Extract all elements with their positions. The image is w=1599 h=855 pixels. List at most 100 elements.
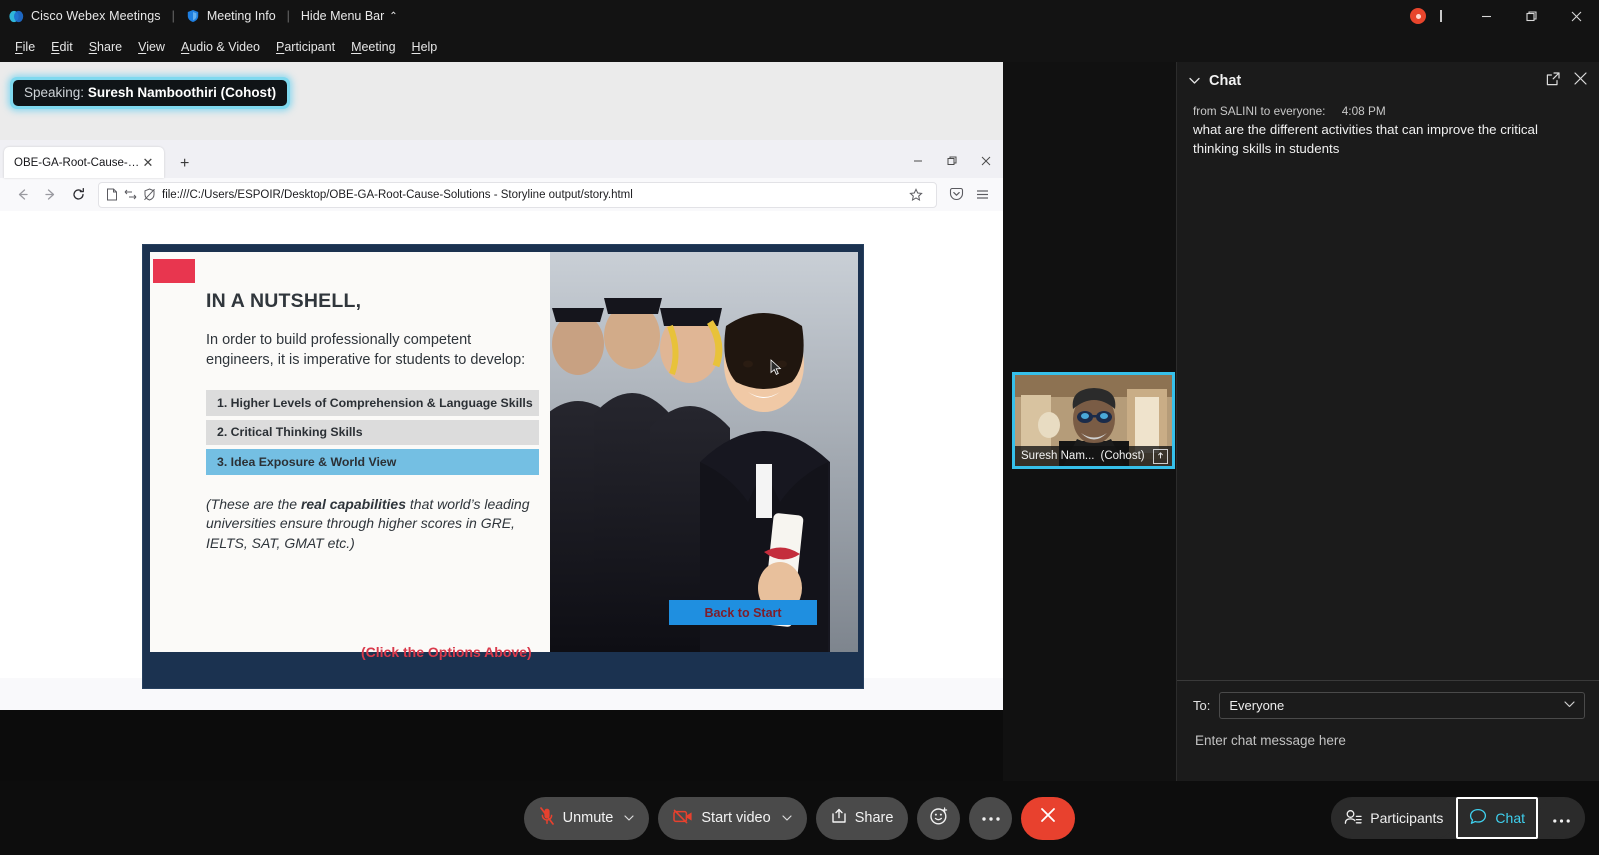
menu-view[interactable]: View xyxy=(130,36,173,58)
restore-button[interactable] xyxy=(1509,0,1554,32)
slide-option-3[interactable]: 3. Idea Exposure & World View xyxy=(206,449,539,475)
menu-audio-video[interactable]: Audio & Video xyxy=(173,36,268,58)
minimize-button[interactable] xyxy=(1464,0,1509,32)
browser-close-button[interactable] xyxy=(969,146,1003,176)
chevron-down-icon[interactable] xyxy=(1189,77,1200,85)
slide-click-hint: (Click the Options Above) xyxy=(361,644,532,660)
title-separator-2: | xyxy=(287,9,290,23)
reload-icon[interactable] xyxy=(64,181,92,209)
menu-share[interactable]: Share xyxy=(81,36,130,58)
right-more-options-button[interactable] xyxy=(1538,798,1585,838)
new-tab-button[interactable]: + xyxy=(180,155,189,173)
browser-url-text: file:///C:/Users/ESPOIR/Desktop/OBE-GA-R… xyxy=(162,189,903,201)
share-button[interactable]: Share xyxy=(816,797,909,840)
back-arrow-icon[interactable] xyxy=(8,181,36,209)
start-video-button[interactable]: Start video xyxy=(658,797,806,840)
start-video-label: Start video xyxy=(701,810,770,826)
close-button[interactable] xyxy=(1554,0,1599,32)
more-options-icon xyxy=(1552,808,1571,829)
participant-role: (Cohost) xyxy=(1101,450,1145,462)
participant-name-label: Suresh Nam... (Cohost) xyxy=(1015,446,1172,466)
participants-button[interactable]: Participants xyxy=(1331,798,1456,838)
browser-nav-bar: file:///C:/Users/ESPOIR/Desktop/OBE-GA-R… xyxy=(0,178,1003,211)
more-options-button[interactable] xyxy=(969,797,1012,840)
chat-recipient-value: Everyone xyxy=(1229,698,1284,713)
participant-video-thumbnail[interactable]: Suresh Nam... (Cohost) xyxy=(1012,372,1175,469)
meeting-controls-center: Unmute Start video xyxy=(524,797,1076,840)
save-to-pocket-icon[interactable] xyxy=(943,182,969,208)
chat-recipient-select[interactable]: Everyone xyxy=(1219,692,1585,719)
slide-option-1[interactable]: 1. Higher Levels of Comprehension & Lang… xyxy=(206,390,539,416)
meeting-controls-bar: Unmute Start video xyxy=(0,781,1599,855)
chat-message-input[interactable]: Enter chat message here xyxy=(1177,719,1599,781)
title-bar: Cisco Webex Meetings | Meeting Info | Hi… xyxy=(0,0,1599,32)
end-meeting-icon xyxy=(1039,806,1057,830)
browser-restore-button[interactable] xyxy=(935,146,969,176)
chat-button[interactable]: Chat xyxy=(1456,797,1538,839)
more-options-icon xyxy=(981,809,1001,827)
storyline-slide: IN A NUTSHELL, In order to build profess… xyxy=(142,244,864,689)
hamburger-menu-icon[interactable] xyxy=(969,182,995,208)
share-label: Share xyxy=(855,810,894,826)
speaking-indicator: Speaking: Suresh Namboothiri (Cohost) xyxy=(10,77,290,109)
browser-url-bar[interactable]: file:///C:/Users/ESPOIR/Desktop/OBE-GA-R… xyxy=(98,182,937,208)
speaking-label: Speaking: xyxy=(24,85,84,100)
hide-menu-bar-button[interactable]: Hide Menu Bar xyxy=(301,9,384,23)
forward-arrow-icon[interactable] xyxy=(36,181,64,209)
chevron-up-icon[interactable]: ⌃ xyxy=(389,11,397,22)
app-title: Cisco Webex Meetings xyxy=(31,9,161,23)
shared-browser-window: OBE-GA-Root-Cause-Solutions ✕ + xyxy=(0,140,1003,710)
browser-tab-strip: OBE-GA-Root-Cause-Solutions ✕ + xyxy=(0,140,1003,178)
close-icon[interactable]: ✕ xyxy=(140,155,156,171)
browser-tab-title: OBE-GA-Root-Cause-Solutions xyxy=(14,157,140,169)
star-icon[interactable] xyxy=(903,182,929,208)
chat-message-meta: from SALINI to everyone: 4:08 PM xyxy=(1193,104,1583,118)
share-screen-icon xyxy=(831,808,847,828)
chevron-down-icon[interactable] xyxy=(624,813,634,824)
menu-participant[interactable]: Participant xyxy=(268,36,343,58)
slide-note: (These are the real capabilities that wo… xyxy=(206,495,531,555)
chat-recipient-row: To: Everyone xyxy=(1177,681,1599,719)
meeting-info-button[interactable]: Meeting Info xyxy=(207,9,276,23)
chat-message-time: 4:08 PM xyxy=(1342,104,1386,118)
reader-view-icon[interactable] xyxy=(124,189,137,201)
chat-bubble-icon xyxy=(1469,808,1487,828)
reactions-smiley-icon xyxy=(929,806,949,831)
back-to-start-button[interactable]: Back to Start xyxy=(669,600,817,625)
slide-option-2[interactable]: 2. Critical Thinking Skills xyxy=(206,420,539,446)
unmute-button[interactable]: Unmute xyxy=(524,797,650,840)
menu-meeting[interactable]: Meeting xyxy=(343,36,403,58)
chat-to-label: To: xyxy=(1193,698,1210,713)
slide-text-column: IN A NUTSHELL, In order to build profess… xyxy=(150,252,550,652)
slide-note-bold: real capabilities xyxy=(301,496,406,512)
webex-meeting-window: Cisco Webex Meetings | Meeting Info | Hi… xyxy=(0,0,1599,855)
end-meeting-button[interactable] xyxy=(1021,797,1075,840)
microphone-muted-icon xyxy=(539,807,555,829)
page-icon xyxy=(106,188,118,201)
close-icon[interactable] xyxy=(1574,72,1587,90)
chat-header-actions xyxy=(1546,72,1587,91)
browser-minimize-button[interactable] xyxy=(901,146,935,176)
shield-icon xyxy=(186,9,200,23)
webex-logo-icon xyxy=(9,10,24,23)
chevron-down-icon[interactable] xyxy=(782,813,792,824)
chat-message-text: what are the different activities that c… xyxy=(1193,121,1583,159)
chat-panel-title: Chat xyxy=(1209,73,1241,89)
slide-heading: IN A NUTSHELL, xyxy=(206,290,534,313)
chat-label: Chat xyxy=(1495,810,1525,826)
pause-icon[interactable] xyxy=(1440,10,1442,22)
browser-tab[interactable]: OBE-GA-Root-Cause-Solutions ✕ xyxy=(4,147,164,178)
screen-share-icon xyxy=(1153,449,1168,464)
browser-window-controls xyxy=(901,146,1003,176)
slide-note-part1: (These are the xyxy=(206,496,301,512)
reactions-button[interactable] xyxy=(917,797,960,840)
menu-file[interactable]: File xyxy=(7,36,43,58)
menu-edit[interactable]: Edit xyxy=(43,36,81,58)
chevron-down-icon[interactable] xyxy=(1564,700,1575,711)
camera-off-icon xyxy=(673,809,693,828)
recording-indicator-icon[interactable] xyxy=(1410,8,1426,24)
tracking-protection-icon[interactable] xyxy=(143,188,156,201)
popout-icon[interactable] xyxy=(1546,72,1560,91)
participants-label: Participants xyxy=(1370,810,1443,826)
menu-help[interactable]: Help xyxy=(404,36,446,58)
